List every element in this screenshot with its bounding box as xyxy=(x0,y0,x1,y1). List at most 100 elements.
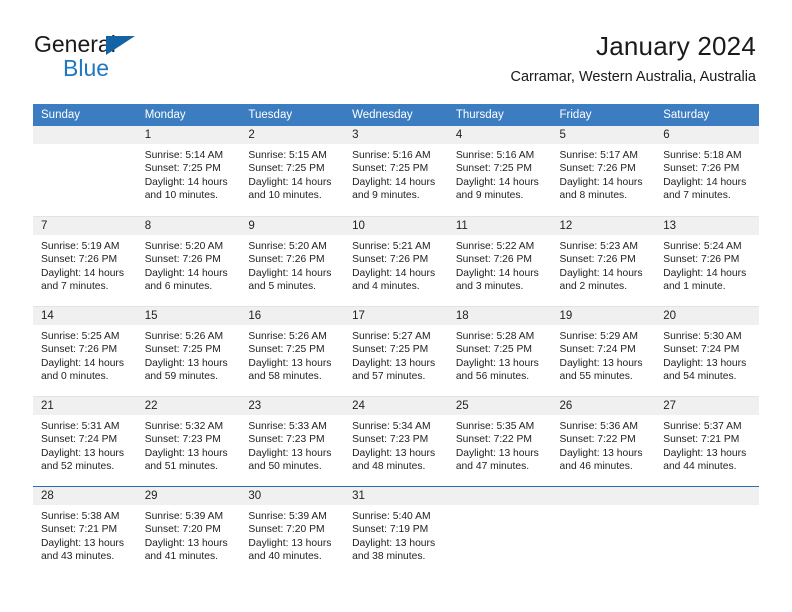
calendar-day[interactable]: 14 Sunrise: 5:25 AM Sunset: 7:26 PM Dayligh… xyxy=(33,306,137,396)
daylight-duration-line2: and 44 minutes. xyxy=(663,461,737,473)
calendar-day-cell[interactable]: 22 Sunrise: 5:32 AM Sunset: 7:23 PM Dayligh… xyxy=(136,396,241,486)
calendar-day[interactable]: 20 Sunrise: 5:30 AM Sunset: 7:24 PM Dayligh… xyxy=(655,306,759,396)
calendar-day-cell[interactable]: 25 Sunrise: 5:35 AM Sunset: 7:22 PM Dayligh… xyxy=(447,396,552,486)
calendar-day[interactable]: 22 Sunrise: 5:32 AM Sunset: 7:23 PM Dayligh… xyxy=(136,396,241,486)
calendar-day[interactable]: 10 Sunrise: 5:21 AM Sunset: 7:26 PM Dayligh… xyxy=(344,216,448,306)
calendar-day-cell[interactable]: 5 Sunrise: 5:17 AM Sunset: 7:26 PM Daylight… xyxy=(551,126,656,216)
calendar-day[interactable]: 23 Sunrise: 5:33 AM Sunset: 7:23 PM Dayligh… xyxy=(240,396,345,486)
calendar-day-cell[interactable]: 28 Sunrise: 5:38 AM Sunset: 7:21 PM Dayligh… xyxy=(33,486,137,576)
calendar-day-cell[interactable]: 15 Sunrise: 5:26 AM Sunset: 7:25 PM Dayligh… xyxy=(136,306,241,396)
sunrise-time: Sunrise: 5:21 AM xyxy=(352,241,431,252)
calendar-day-cell[interactable]: 10 Sunrise: 5:21 AM Sunset: 7:26 PM Dayligh… xyxy=(344,216,448,306)
weekday-header-sunday: Sunday xyxy=(33,104,137,126)
calendar-day-cell[interactable] xyxy=(655,486,759,576)
calendar-day-cell[interactable]: 7 Sunrise: 5:19 AM Sunset: 7:26 PM Daylight… xyxy=(33,216,137,306)
calendar-day[interactable]: 28 Sunrise: 5:38 AM Sunset: 7:21 PM Dayligh… xyxy=(33,486,137,576)
calendar-day-cell[interactable]: 23 Sunrise: 5:33 AM Sunset: 7:23 PM Dayligh… xyxy=(240,396,345,486)
day-number: 19 xyxy=(551,307,656,325)
calendar-day-cell[interactable]: 2 Sunrise: 5:15 AM Sunset: 7:25 PM Daylight… xyxy=(240,126,345,216)
sunrise-time: Sunrise: 5:40 AM xyxy=(352,511,431,522)
calendar-day[interactable]: 31 Sunrise: 5:40 AM Sunset: 7:19 PM Dayligh… xyxy=(344,486,448,576)
daylight-duration-line2: and 55 minutes. xyxy=(559,371,633,383)
sunrise-time: Sunrise: 5:16 AM xyxy=(352,150,431,161)
calendar-day[interactable]: 26 Sunrise: 5:36 AM Sunset: 7:22 PM Dayligh… xyxy=(551,396,656,486)
calendar-day-cell[interactable]: 4 Sunrise: 5:16 AM Sunset: 7:25 PM Daylight… xyxy=(447,126,552,216)
calendar-day[interactable]: 12 Sunrise: 5:23 AM Sunset: 7:26 PM Dayligh… xyxy=(551,216,656,306)
calendar-day-cell[interactable]: 21 Sunrise: 5:31 AM Sunset: 7:24 PM Dayligh… xyxy=(33,396,137,486)
calendar-day-cell[interactable]: 29 Sunrise: 5:39 AM Sunset: 7:20 PM Dayligh… xyxy=(136,486,241,576)
daylight-duration-line1: Daylight: 13 hours xyxy=(248,447,332,459)
daylight-duration-line2: and 10 minutes. xyxy=(248,190,322,202)
calendar-day[interactable]: 2 Sunrise: 5:15 AM Sunset: 7:25 PM Daylight… xyxy=(240,126,345,216)
calendar-day[interactable]: 11 Sunrise: 5:22 AM Sunset: 7:26 PM Dayligh… xyxy=(447,216,552,306)
daylight-duration-line2: and 40 minutes. xyxy=(248,551,322,563)
sunset-time: Sunset: 7:26 PM xyxy=(352,254,429,266)
calendar-day[interactable]: 30 Sunrise: 5:39 AM Sunset: 7:20 PM Dayligh… xyxy=(240,486,345,576)
daylight-duration-line2: and 10 minutes. xyxy=(144,190,218,202)
daylight-duration-line1: Daylight: 14 hours xyxy=(352,267,436,279)
calendar-day[interactable]: 25 Sunrise: 5:35 AM Sunset: 7:22 PM Dayligh… xyxy=(447,396,552,486)
brand-name-general: General xyxy=(34,31,116,57)
sunset-time: Sunset: 7:26 PM xyxy=(455,254,532,266)
day-number: 9 xyxy=(240,217,345,235)
calendar-day-cell[interactable] xyxy=(33,126,137,216)
day-number: 6 xyxy=(655,126,759,144)
calendar-day-cell[interactable]: 8 Sunrise: 5:20 AM Sunset: 7:26 PM Daylight… xyxy=(136,216,241,306)
calendar-day-cell[interactable] xyxy=(447,486,552,576)
calendar-day-cell[interactable]: 19 Sunrise: 5:29 AM Sunset: 7:24 PM Dayligh… xyxy=(551,306,656,396)
calendar-day-cell[interactable]: 18 Sunrise: 5:28 AM Sunset: 7:25 PM Dayligh… xyxy=(447,306,552,396)
calendar-day[interactable]: 16 Sunrise: 5:26 AM Sunset: 7:25 PM Dayligh… xyxy=(240,306,345,396)
calendar-day[interactable]: 8 Sunrise: 5:20 AM Sunset: 7:26 PM Daylight… xyxy=(136,216,241,306)
calendar-day-cell[interactable]: 1 Sunrise: 5:14 AM Sunset: 7:25 PM Daylight… xyxy=(136,126,241,216)
calendar-day[interactable]: 17 Sunrise: 5:27 AM Sunset: 7:25 PM Dayligh… xyxy=(344,306,448,396)
sunrise-time: Sunrise: 5:30 AM xyxy=(663,331,742,342)
calendar-day[interactable]: 5 Sunrise: 5:17 AM Sunset: 7:26 PM Daylight… xyxy=(551,126,656,216)
calendar-day[interactable]: 9 Sunrise: 5:20 AM Sunset: 7:26 PM Daylight… xyxy=(240,216,345,306)
calendar-week-row: 28 Sunrise: 5:38 AM Sunset: 7:21 PM Dayligh… xyxy=(33,486,759,576)
calendar-day-cell[interactable]: 16 Sunrise: 5:26 AM Sunset: 7:25 PM Dayligh… xyxy=(240,306,345,396)
calendar-day[interactable]: 1 Sunrise: 5:14 AM Sunset: 7:25 PM Daylight… xyxy=(136,126,241,216)
calendar-day[interactable]: 27 Sunrise: 5:37 AM Sunset: 7:21 PM Dayligh… xyxy=(655,396,759,486)
sunset-time: Sunset: 7:23 PM xyxy=(144,434,221,446)
calendar-day-cell[interactable]: 31 Sunrise: 5:40 AM Sunset: 7:19 PM Dayligh… xyxy=(344,486,448,576)
daylight-duration-line1: Daylight: 14 hours xyxy=(144,176,228,188)
calendar-week-row: 14 Sunrise: 5:25 AM Sunset: 7:26 PM Dayligh… xyxy=(33,306,759,396)
day-number xyxy=(655,487,759,505)
calendar-day-cell[interactable]: 13 Sunrise: 5:24 AM Sunset: 7:26 PM Dayligh… xyxy=(655,216,759,306)
calendar-day-cell[interactable]: 27 Sunrise: 5:37 AM Sunset: 7:21 PM Dayligh… xyxy=(655,396,759,486)
calendar-day-cell[interactable]: 24 Sunrise: 5:34 AM Sunset: 7:23 PM Dayligh… xyxy=(344,396,448,486)
calendar-day-cell[interactable]: 6 Sunrise: 5:18 AM Sunset: 7:26 PM Daylight… xyxy=(655,126,759,216)
calendar-day-cell[interactable]: 11 Sunrise: 5:22 AM Sunset: 7:26 PM Dayligh… xyxy=(447,216,552,306)
calendar-day-cell[interactable] xyxy=(551,486,656,576)
day-details: Sunrise: 5:20 AM Sunset: 7:26 PM Daylight:… xyxy=(137,235,241,294)
daylight-duration-line1: Daylight: 14 hours xyxy=(663,176,747,188)
calendar-day[interactable]: 13 Sunrise: 5:24 AM Sunset: 7:26 PM Dayligh… xyxy=(655,216,759,306)
calendar-day[interactable]: 4 Sunrise: 5:16 AM Sunset: 7:25 PM Daylight… xyxy=(447,126,552,216)
calendar-day-cell[interactable]: 20 Sunrise: 5:30 AM Sunset: 7:24 PM Dayligh… xyxy=(655,306,759,396)
calendar-day[interactable]: 7 Sunrise: 5:19 AM Sunset: 7:26 PM Daylight… xyxy=(33,216,137,306)
calendar-day[interactable]: 19 Sunrise: 5:29 AM Sunset: 7:24 PM Dayligh… xyxy=(551,306,656,396)
sunrise-time: Sunrise: 5:34 AM xyxy=(352,421,431,432)
daylight-duration-line1: Daylight: 13 hours xyxy=(41,447,124,459)
brand-logo[interactable]: General Blue xyxy=(34,33,274,89)
calendar-day-cell[interactable]: 14 Sunrise: 5:25 AM Sunset: 7:26 PM Dayligh… xyxy=(33,306,137,396)
calendar-day[interactable]: 29 Sunrise: 5:39 AM Sunset: 7:20 PM Dayligh… xyxy=(136,486,241,576)
calendar-day[interactable]: 15 Sunrise: 5:26 AM Sunset: 7:25 PM Dayligh… xyxy=(136,306,241,396)
daylight-duration-line2: and 51 minutes. xyxy=(144,461,218,473)
day-details: Sunrise: 5:35 AM Sunset: 7:22 PM Daylight:… xyxy=(448,415,552,474)
calendar-day-cell[interactable]: 30 Sunrise: 5:39 AM Sunset: 7:20 PM Dayligh… xyxy=(240,486,345,576)
calendar-day[interactable]: 6 Sunrise: 5:18 AM Sunset: 7:26 PM Daylight… xyxy=(655,126,759,216)
calendar-day[interactable]: 18 Sunrise: 5:28 AM Sunset: 7:25 PM Dayligh… xyxy=(447,306,552,396)
calendar-day-cell[interactable]: 9 Sunrise: 5:20 AM Sunset: 7:26 PM Daylight… xyxy=(240,216,345,306)
daylight-duration-line2: and 54 minutes. xyxy=(663,371,737,383)
calendar-day-cell[interactable]: 17 Sunrise: 5:27 AM Sunset: 7:25 PM Dayligh… xyxy=(344,306,448,396)
calendar-day-cell[interactable]: 12 Sunrise: 5:23 AM Sunset: 7:26 PM Dayligh… xyxy=(551,216,656,306)
sunrise-time: Sunrise: 5:23 AM xyxy=(559,241,638,252)
calendar-day[interactable]: 21 Sunrise: 5:31 AM Sunset: 7:24 PM Dayligh… xyxy=(33,396,137,486)
sunset-time: Sunset: 7:19 PM xyxy=(352,524,429,536)
calendar-day[interactable]: 3 Sunrise: 5:16 AM Sunset: 7:25 PM Daylight… xyxy=(344,126,448,216)
calendar-day-cell[interactable]: 26 Sunrise: 5:36 AM Sunset: 7:22 PM Dayligh… xyxy=(551,396,656,486)
calendar-day-cell[interactable]: 3 Sunrise: 5:16 AM Sunset: 7:25 PM Daylight… xyxy=(344,126,448,216)
calendar-day[interactable]: 24 Sunrise: 5:34 AM Sunset: 7:23 PM Dayligh… xyxy=(344,396,448,486)
sunset-time: Sunset: 7:20 PM xyxy=(144,524,221,536)
